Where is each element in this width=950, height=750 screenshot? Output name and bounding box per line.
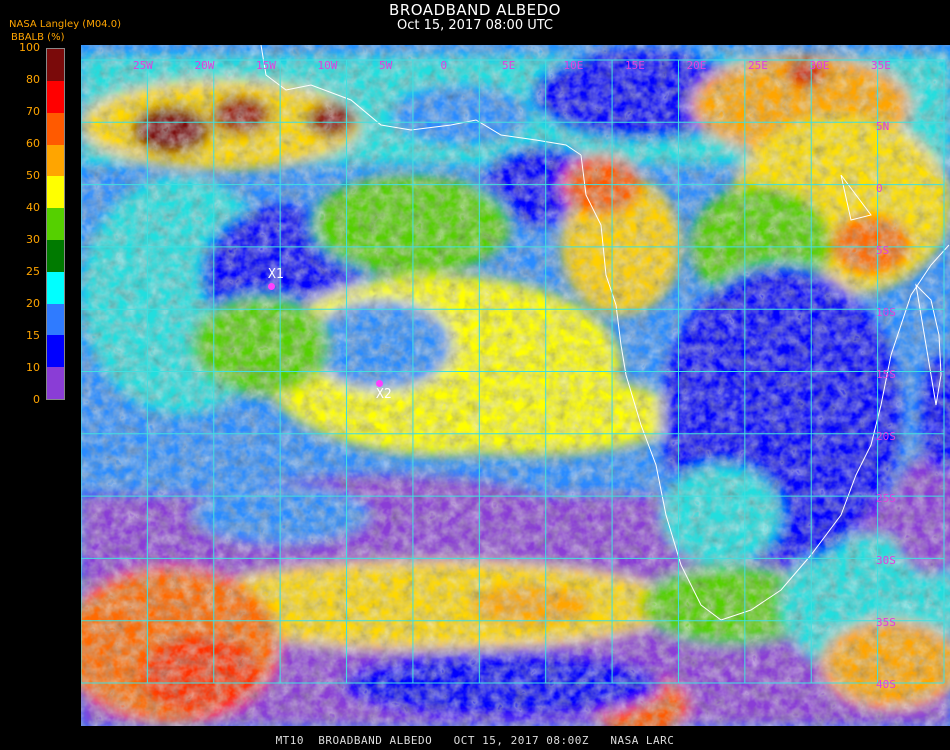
- longitude-label: 30E: [809, 59, 830, 72]
- longitude-label: 25E: [748, 59, 768, 72]
- legend-swatch: [47, 49, 64, 81]
- latitude-label: 20S: [876, 430, 896, 443]
- legend-swatch: [47, 208, 64, 240]
- latitude-label: 5N: [876, 120, 890, 133]
- legend-swatch: [47, 335, 64, 368]
- legend-tick: 70: [26, 105, 40, 118]
- marker-x1-dot: [268, 283, 275, 290]
- albedo-map: [81, 45, 950, 726]
- longitude-label: 0: [440, 59, 448, 72]
- latitude-label: 15S: [876, 368, 896, 381]
- longitude-label: 20E: [686, 59, 707, 72]
- legend-swatch: [47, 112, 64, 145]
- legend-swatch: [47, 367, 64, 399]
- latitude-label: 25S: [876, 492, 896, 505]
- latitude-label: 40S: [876, 678, 896, 691]
- legend-tick: 80: [26, 73, 40, 86]
- map-timestamp: Oct 15, 2017 08:00 UTC: [397, 18, 553, 33]
- latitude-label: 35S: [876, 616, 896, 629]
- longitude-label: 10W: [317, 59, 338, 72]
- longitude-label: 20W: [194, 59, 215, 72]
- legend-tick: 30: [26, 233, 40, 246]
- color-legend: [46, 48, 65, 400]
- legend-swatch: [47, 176, 64, 209]
- legend-tick: 40: [26, 201, 40, 214]
- legend-tick: 60: [26, 137, 40, 150]
- legend-swatch: [47, 271, 64, 304]
- latitude-label: 30S: [876, 554, 896, 567]
- longitude-label: 25W: [133, 59, 153, 72]
- legend-swatch: [47, 80, 64, 113]
- albedo-field: [81, 45, 950, 726]
- longitude-label: 15E: [625, 59, 645, 72]
- legend-tick: 10: [26, 361, 40, 374]
- legend-tick: 50: [26, 169, 40, 182]
- legend-tick: 20: [26, 297, 40, 310]
- legend-swatch: [47, 303, 64, 336]
- latitude-label: 5S: [876, 244, 890, 257]
- map-title: BROADBAND ALBEDO: [389, 1, 561, 19]
- legend-tick: 100: [19, 41, 40, 54]
- marker-x2-dot: [376, 380, 383, 387]
- legend-tick: 0: [33, 393, 40, 406]
- longitude-label: 35E: [871, 59, 891, 72]
- legend-tick: 25: [26, 265, 40, 278]
- longitude-label: 5W: [379, 59, 393, 72]
- marker-x1-label: X1: [268, 267, 284, 282]
- longitude-label: 10E: [563, 59, 584, 72]
- legend-swatch: [47, 144, 64, 177]
- legend-tick: 15: [26, 329, 40, 342]
- footer-caption: MT10 BROADBAND ALBEDO OCT 15, 2017 08:00…: [275, 734, 675, 747]
- longitude-label: 15W: [256, 59, 276, 72]
- legend-swatch: [47, 239, 64, 272]
- latitude-label: 0: [876, 182, 883, 195]
- marker-x2-label: X2: [376, 387, 392, 402]
- longitude-label: 5E: [502, 59, 516, 72]
- latitude-label: 10S: [876, 306, 896, 319]
- source-label: NASA Langley (M04.0): [9, 19, 121, 30]
